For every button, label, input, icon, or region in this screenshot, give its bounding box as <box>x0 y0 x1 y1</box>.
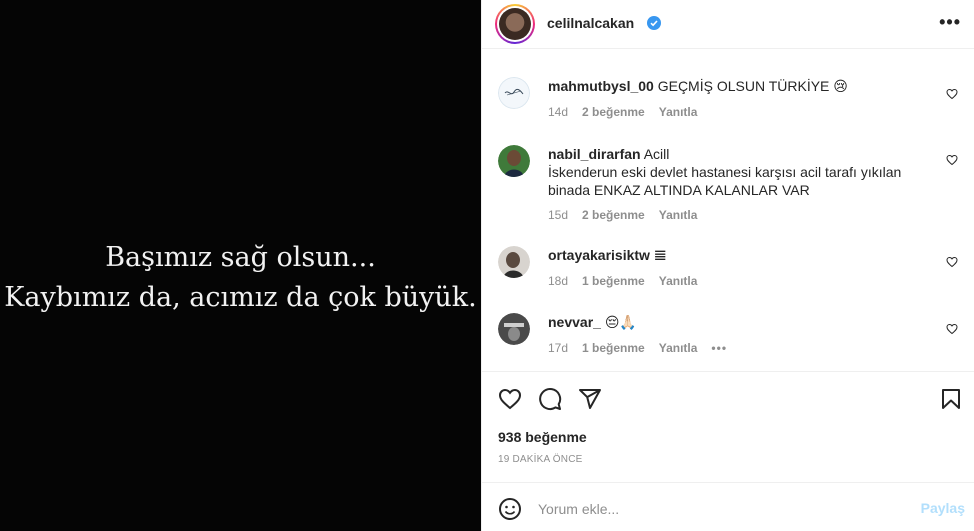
image-caption-line-1: Başımız sağ olsun... <box>105 242 376 273</box>
image-caption-line-2: Kaybımız da, acımız da çok büyük. <box>4 282 477 313</box>
comment-meta: 17d 1 beğenme Yanıtla ••• <box>548 341 727 355</box>
post-view: Başımız sağ olsun... Kaybımız da, acımız… <box>0 0 974 531</box>
commenter-avatar[interactable] <box>498 77 530 109</box>
emoji-icon[interactable] <box>498 497 522 521</box>
comment-more-icon[interactable]: ••• <box>711 341 727 355</box>
author-username[interactable]: celilnalcakan <box>547 15 634 31</box>
send-icon[interactable] <box>578 387 602 411</box>
commenter-username[interactable]: ortayakarisiktw <box>548 247 650 263</box>
reply-button[interactable]: Yanıtla <box>659 105 698 119</box>
comment-item: ortayakarisiktw 𝌆 18d 1 beğenme Yanıtla <box>498 246 968 296</box>
comment-content: GEÇMİŞ OLSUN TÜRKİYE 😢 <box>657 78 848 94</box>
comment-content-line-3: binada ENKAZ ALTINDA KALANLAR VAR <box>548 182 810 198</box>
more-options-icon[interactable]: ••• <box>939 12 961 33</box>
comment-input[interactable] <box>538 495 898 523</box>
commenter-username[interactable]: mahmutbysl_00 <box>548 78 654 94</box>
author-avatar[interactable] <box>495 4 535 44</box>
heart-icon[interactable] <box>498 387 522 411</box>
comment-likes[interactable]: 1 beğenme <box>582 274 645 288</box>
comment-content-line-1: Acill <box>643 146 670 162</box>
comment-text: ortayakarisiktw 𝌆 <box>548 246 928 264</box>
comment-likes[interactable]: 2 beğenme <box>582 105 645 119</box>
post-image[interactable]: Başımız sağ olsun... Kaybımız da, acımız… <box>0 0 481 531</box>
commenter-avatar[interactable] <box>498 313 530 345</box>
post-actions: 938 beğenme 19 DAKİKA ÖNCE <box>482 371 974 481</box>
comment-text: nevvar_ 😔🙏🏻 <box>548 313 928 331</box>
comment-item: nabil_dirarfan Acill İskenderun eski dev… <box>498 145 968 225</box>
commenter-username[interactable]: nevvar_ <box>548 314 601 330</box>
comment-text: nabil_dirarfan Acill İskenderun eski dev… <box>548 145 928 199</box>
reply-button[interactable]: Yanıtla <box>659 341 698 355</box>
reply-button[interactable]: Yanıtla <box>659 274 698 288</box>
comment-heart-icon[interactable] <box>946 256 958 268</box>
comment-item: mahmutbysl_00 GEÇMİŞ OLSUN TÜRKİYE 😢 14d… <box>498 77 968 137</box>
bookmark-icon[interactable] <box>939 387 963 411</box>
comment-time[interactable]: 14d <box>548 105 568 119</box>
comment-meta: 15d 2 beğenme Yanıtla <box>548 208 697 222</box>
image-caption: Başımız sağ olsun... Kaybımız da, acımız… <box>0 238 481 318</box>
comment-content: 𝌆 <box>653 247 667 263</box>
comment-time[interactable]: 18d <box>548 274 568 288</box>
comment-likes[interactable]: 1 beğenme <box>582 341 645 355</box>
post-side-panel: celilnalcakan ••• mahmutbysl_00 GEÇMİŞ O… <box>481 0 974 531</box>
post-comment-button[interactable]: Paylaş <box>921 500 965 516</box>
comment-content-line-2: İskenderun eski devlet hastanesi karşısı… <box>548 164 902 180</box>
comment-time[interactable]: 17d <box>548 341 568 355</box>
verified-badge-icon <box>647 16 661 30</box>
comment-heart-icon[interactable] <box>946 323 958 335</box>
comment-meta: 14d 2 beğenme Yanıtla <box>548 105 697 119</box>
post-timestamp[interactable]: 19 DAKİKA ÖNCE <box>498 454 583 465</box>
comment-icon[interactable] <box>538 387 562 411</box>
comment-item: nevvar_ 😔🙏🏻 17d 1 beğenme Yanıtla ••• <box>498 313 968 363</box>
commenter-avatar[interactable] <box>498 145 530 177</box>
commenter-avatar[interactable] <box>498 246 530 278</box>
comment-text: mahmutbysl_00 GEÇMİŞ OLSUN TÜRKİYE 😢 <box>548 77 928 95</box>
comment-heart-icon[interactable] <box>946 88 958 100</box>
add-comment-bar: Paylaş <box>482 482 974 531</box>
comment-time[interactable]: 15d <box>548 208 568 222</box>
commenter-username[interactable]: nabil_dirarfan <box>548 146 641 162</box>
comment-likes[interactable]: 2 beğenme <box>582 208 645 222</box>
reply-button[interactable]: Yanıtla <box>659 208 698 222</box>
comments-list[interactable]: mahmutbysl_00 GEÇMİŞ OLSUN TÜRKİYE 😢 14d… <box>482 49 974 371</box>
comment-content: 😔🙏🏻 <box>604 314 637 330</box>
likes-count[interactable]: 938 beğenme <box>498 429 587 445</box>
comment-heart-icon[interactable] <box>946 154 958 166</box>
comment-meta: 18d 1 beğenme Yanıtla <box>548 274 697 288</box>
post-header: celilnalcakan ••• <box>482 0 974 49</box>
